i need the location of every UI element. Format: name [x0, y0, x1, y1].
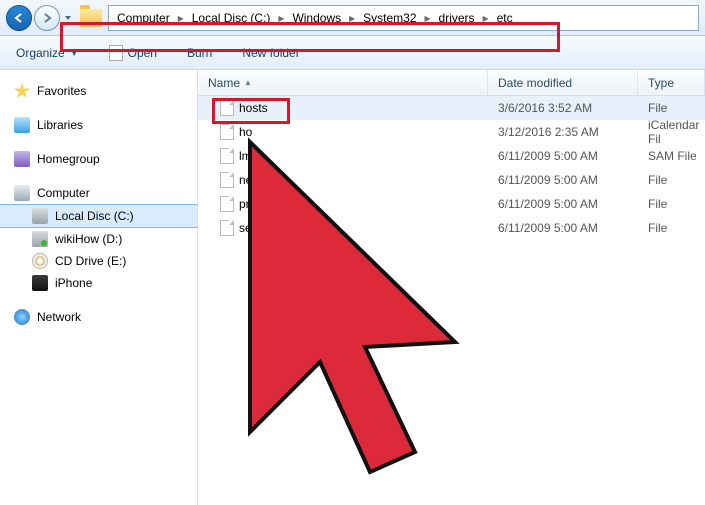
column-headers: Name ▲ Date modified Type: [198, 70, 705, 96]
file-name: lm: [239, 149, 252, 163]
open-button[interactable]: Open: [103, 42, 163, 64]
document-icon: [109, 45, 123, 61]
breadcrumb-item[interactable]: Computer: [113, 9, 174, 27]
file-row[interactable]: ne 6/11/2009 5:00 AM File: [198, 168, 705, 192]
star-icon: [14, 83, 30, 99]
homegroup-label: Homegroup: [37, 152, 100, 166]
computer-icon: [14, 185, 30, 201]
file-type: SAM File: [638, 149, 705, 163]
drive-label: CD Drive (E:): [55, 254, 126, 268]
file-name: ne: [239, 173, 252, 187]
breadcrumb-item[interactable]: etc: [493, 9, 517, 27]
burn-label: Burn: [187, 46, 212, 60]
file-row[interactable]: lm 6/11/2009 5:00 AM SAM File: [198, 144, 705, 168]
nav-bar: Computer▸ Local Disc (C:)▸ Windows▸ Syst…: [0, 0, 705, 36]
forward-button[interactable]: [34, 5, 60, 31]
file-row[interactable]: ser 6/11/2009 5:00 AM File: [198, 216, 705, 240]
chevron-right-icon: ▸: [423, 11, 433, 25]
breadcrumb: Computer▸ Local Disc (C:)▸ Windows▸ Syst…: [113, 9, 517, 27]
sidebar-drive-e[interactable]: CD Drive (E:): [0, 250, 197, 272]
new-folder-button[interactable]: New folder: [236, 43, 305, 63]
computer-label: Computer: [37, 186, 90, 200]
column-name[interactable]: Name ▲: [198, 70, 488, 95]
burn-button[interactable]: Burn: [181, 43, 218, 63]
folder-icon: [80, 9, 102, 27]
organize-menu[interactable]: Organize ▼: [10, 43, 85, 63]
organize-label: Organize: [16, 46, 65, 60]
file-date: 6/11/2009 5:00 AM: [488, 221, 638, 235]
drive-label: iPhone: [55, 276, 92, 290]
chevron-right-icon: ▸: [276, 11, 286, 25]
file-icon: [220, 172, 234, 188]
file-name: hosts: [239, 101, 268, 115]
open-label: Open: [128, 46, 157, 60]
file-name: ser: [239, 221, 256, 235]
drive-label: Local Disc (C:): [55, 209, 134, 223]
file-list: hosts 3/6/2016 3:52 AM File ho 3/12/2016…: [198, 96, 705, 240]
sidebar-favorites[interactable]: Favorites: [0, 80, 197, 102]
chevron-right-icon: ▸: [481, 11, 491, 25]
file-name: ho: [239, 125, 252, 139]
network-label: Network: [37, 310, 81, 324]
chevron-right-icon: ▸: [347, 11, 357, 25]
column-date[interactable]: Date modified: [488, 70, 638, 95]
disk-icon: [32, 231, 48, 247]
breadcrumb-item[interactable]: Local Disc (C:): [188, 9, 275, 27]
file-icon: [220, 124, 234, 140]
file-type: File: [638, 173, 705, 187]
file-row[interactable]: ho 3/12/2016 2:35 AM iCalendar Fil: [198, 120, 705, 144]
file-type: File: [638, 197, 705, 211]
history-dropdown-icon[interactable]: [62, 12, 74, 24]
file-icon: [220, 196, 234, 212]
file-date: 6/11/2009 5:00 AM: [488, 197, 638, 211]
sidebar-network[interactable]: Network: [0, 306, 197, 328]
file-type: File: [638, 221, 705, 235]
breadcrumb-item[interactable]: drivers: [435, 9, 479, 27]
sidebar-drive-c[interactable]: Local Disc (C:): [0, 204, 197, 228]
libraries-icon: [14, 117, 30, 133]
file-row[interactable]: hosts 3/6/2016 3:52 AM File: [198, 96, 705, 120]
sidebar-computer[interactable]: Computer: [0, 182, 197, 204]
cd-icon: [32, 253, 48, 269]
network-icon: [14, 309, 30, 325]
file-name: pro: [239, 197, 256, 211]
favorites-label: Favorites: [37, 84, 86, 98]
main-split: Favorites Libraries Homegroup Computer L…: [0, 70, 705, 505]
file-type: File: [638, 101, 705, 115]
file-date: 6/11/2009 5:00 AM: [488, 149, 638, 163]
file-type: iCalendar Fil: [638, 118, 705, 146]
disk-icon: [32, 208, 48, 224]
address-bar[interactable]: Computer▸ Local Disc (C:)▸ Windows▸ Syst…: [108, 5, 699, 31]
drive-label: wikiHow (D:): [55, 232, 122, 246]
file-icon: [220, 148, 234, 164]
sidebar-libraries[interactable]: Libraries: [0, 114, 197, 136]
breadcrumb-item[interactable]: System32: [359, 9, 420, 27]
file-row[interactable]: pro 6/11/2009 5:00 AM File: [198, 192, 705, 216]
sidebar-iphone[interactable]: iPhone: [0, 272, 197, 294]
file-icon: [220, 220, 234, 236]
sidebar: Favorites Libraries Homegroup Computer L…: [0, 70, 198, 505]
chevron-right-icon: ▸: [176, 11, 186, 25]
file-pane: Name ▲ Date modified Type hosts 3/6/2016…: [198, 70, 705, 505]
libraries-label: Libraries: [37, 118, 83, 132]
homegroup-icon: [14, 151, 30, 167]
column-type[interactable]: Type: [638, 70, 705, 95]
sidebar-drive-d[interactable]: wikiHow (D:): [0, 228, 197, 250]
sort-asc-icon: ▲: [244, 78, 252, 87]
phone-icon: [32, 275, 48, 291]
caret-down-icon: ▼: [70, 48, 79, 58]
toolbar: Organize ▼ Open Burn New folder: [0, 36, 705, 70]
file-date: 6/11/2009 5:00 AM: [488, 173, 638, 187]
file-date: 3/12/2016 2:35 AM: [488, 125, 638, 139]
back-button[interactable]: [6, 5, 32, 31]
file-icon: [220, 100, 234, 116]
breadcrumb-item[interactable]: Windows: [288, 9, 345, 27]
new-folder-label: New folder: [242, 46, 299, 60]
sidebar-homegroup[interactable]: Homegroup: [0, 148, 197, 170]
file-date: 3/6/2016 3:52 AM: [488, 101, 638, 115]
